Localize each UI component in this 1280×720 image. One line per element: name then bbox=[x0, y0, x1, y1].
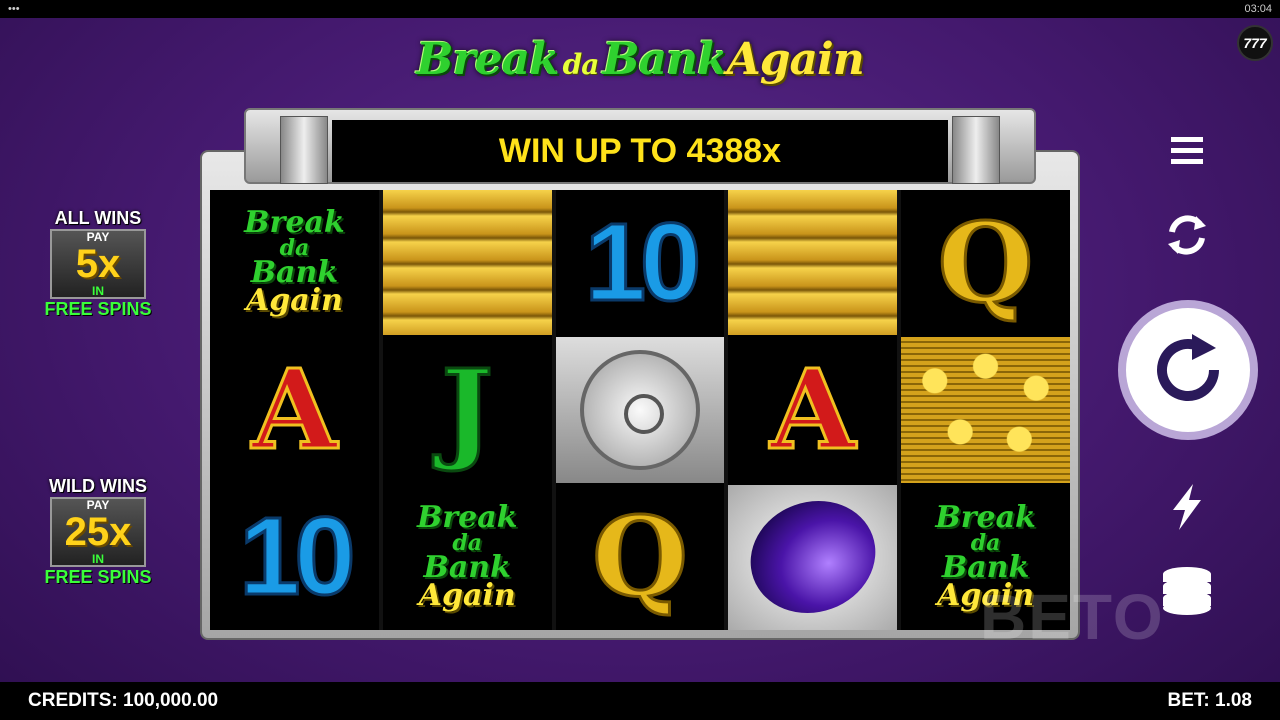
symbol-gold-bars bbox=[728, 190, 898, 336]
reel-1: Break da Bank Again A 10 bbox=[210, 190, 379, 630]
bet-button[interactable] bbox=[1158, 562, 1216, 620]
reel-symbol bbox=[901, 337, 1070, 483]
logo-again: Again bbox=[726, 34, 865, 85]
symbol-a: A bbox=[250, 344, 338, 474]
coin-stack-icon bbox=[1163, 567, 1211, 615]
reel-grid: Break da Bank Again A 10 J Break da Bank Again 10 Q A… bbox=[210, 190, 1070, 630]
reel-symbol: Q bbox=[555, 484, 725, 630]
wild-wins-box: PAY 25x IN bbox=[50, 497, 146, 567]
symbol-gold-coins bbox=[901, 337, 1070, 483]
symbol-gold-bars bbox=[382, 190, 552, 336]
reel-symbol bbox=[382, 190, 552, 336]
reel-symbol: 10 bbox=[555, 190, 725, 336]
bet-value: 1.08 bbox=[1215, 690, 1252, 711]
reel-symbol: J bbox=[382, 337, 552, 483]
all-wins-in: IN bbox=[92, 284, 104, 298]
lightning-icon bbox=[1173, 484, 1201, 530]
watermark: BETO bbox=[980, 581, 1165, 653]
autoplay-icon bbox=[1168, 215, 1206, 255]
symbol-logo-wild: Break da Bank Again bbox=[244, 205, 345, 319]
symbol-logo-line: Again bbox=[245, 283, 343, 319]
symbol-a: A bbox=[769, 344, 857, 474]
all-wins-badge: ALL WINS PAY 5x IN FREE SPINS bbox=[33, 208, 163, 320]
bet-display: BET: 1.08 bbox=[1168, 690, 1253, 712]
symbol-vault bbox=[555, 337, 725, 483]
wild-wins-title: WILD WINS bbox=[49, 476, 147, 496]
symbol-logo-line: Break bbox=[416, 500, 518, 536]
bottom-bar: CREDITS: 100,000.00 BET: 1.08 bbox=[0, 682, 1280, 720]
all-wins-free-spins: FREE SPINS bbox=[44, 299, 152, 319]
brand-badge[interactable]: 777 bbox=[1237, 25, 1273, 61]
right-hinge bbox=[952, 116, 1000, 184]
reel-symbol bbox=[728, 190, 898, 336]
wild-wins-in: IN bbox=[92, 552, 104, 566]
spin-button[interactable] bbox=[1118, 300, 1258, 440]
gem-icon bbox=[734, 484, 892, 630]
symbol-10: 10 bbox=[238, 495, 357, 619]
logo-da: da bbox=[562, 48, 600, 81]
symbol-logo-wild: Break da Bank Again bbox=[416, 500, 518, 614]
bet-label: BET: bbox=[1167, 690, 1210, 711]
reel-symbol bbox=[728, 484, 898, 630]
symbol-j: J bbox=[440, 344, 495, 474]
logo-break: Break bbox=[416, 34, 559, 85]
spin-icon bbox=[1157, 334, 1219, 401]
turbo-button[interactable] bbox=[1166, 480, 1208, 534]
status-bar: ••• 03:04 bbox=[0, 0, 1280, 18]
wild-wins-free-spins: FREE SPINS bbox=[44, 567, 152, 587]
symbol-10: 10 bbox=[583, 200, 702, 324]
reel-3: 10 Q bbox=[555, 190, 725, 630]
reel-symbol: Break da Bank Again bbox=[382, 484, 552, 630]
vault-door-icon bbox=[579, 349, 700, 470]
credits-label: CREDITS: bbox=[28, 690, 118, 711]
credits-value: 100,000.00 bbox=[123, 690, 219, 711]
left-hinge bbox=[280, 116, 328, 184]
credits-display: CREDITS: 100,000.00 bbox=[28, 690, 218, 712]
symbol-q: Q bbox=[936, 197, 1035, 327]
game-logo: Break da Bank Again bbox=[390, 34, 890, 104]
symbol-gem bbox=[728, 484, 898, 630]
reel-5: Q Break da Bank Again bbox=[901, 190, 1070, 630]
status-dots: ••• bbox=[8, 3, 20, 15]
reel-symbol bbox=[555, 337, 725, 483]
symbol-logo-line: Break bbox=[244, 205, 345, 241]
symbol-logo-line: Break bbox=[935, 500, 1036, 536]
menu-icon bbox=[1171, 137, 1203, 164]
autoplay-button[interactable] bbox=[1160, 208, 1214, 262]
reel-symbol: 10 bbox=[210, 484, 379, 630]
win-banner: WIN UP TO 4388x bbox=[332, 120, 948, 182]
reel-2: J Break da Bank Again bbox=[382, 190, 552, 630]
logo-bank: Bank bbox=[602, 34, 727, 85]
reel-symbol: A bbox=[210, 337, 379, 483]
wild-wins-mult: 25x bbox=[64, 510, 132, 554]
status-time: 03:04 bbox=[1244, 3, 1272, 15]
all-wins-title: ALL WINS bbox=[54, 208, 142, 228]
all-wins-box: PAY 5x IN bbox=[50, 229, 146, 299]
reel-symbol: Break da Bank Again bbox=[210, 190, 379, 336]
wild-wins-badge: WILD WINS PAY 25x IN FREE SPINS bbox=[33, 476, 163, 588]
reel-symbol: Q bbox=[901, 190, 1070, 336]
reel-symbol: A bbox=[728, 337, 898, 483]
symbol-logo-line: Again bbox=[418, 578, 516, 614]
all-wins-mult: 5x bbox=[75, 242, 121, 286]
symbol-q: Q bbox=[591, 492, 690, 622]
menu-button[interactable] bbox=[1166, 130, 1208, 172]
reel-4: A bbox=[728, 190, 898, 630]
